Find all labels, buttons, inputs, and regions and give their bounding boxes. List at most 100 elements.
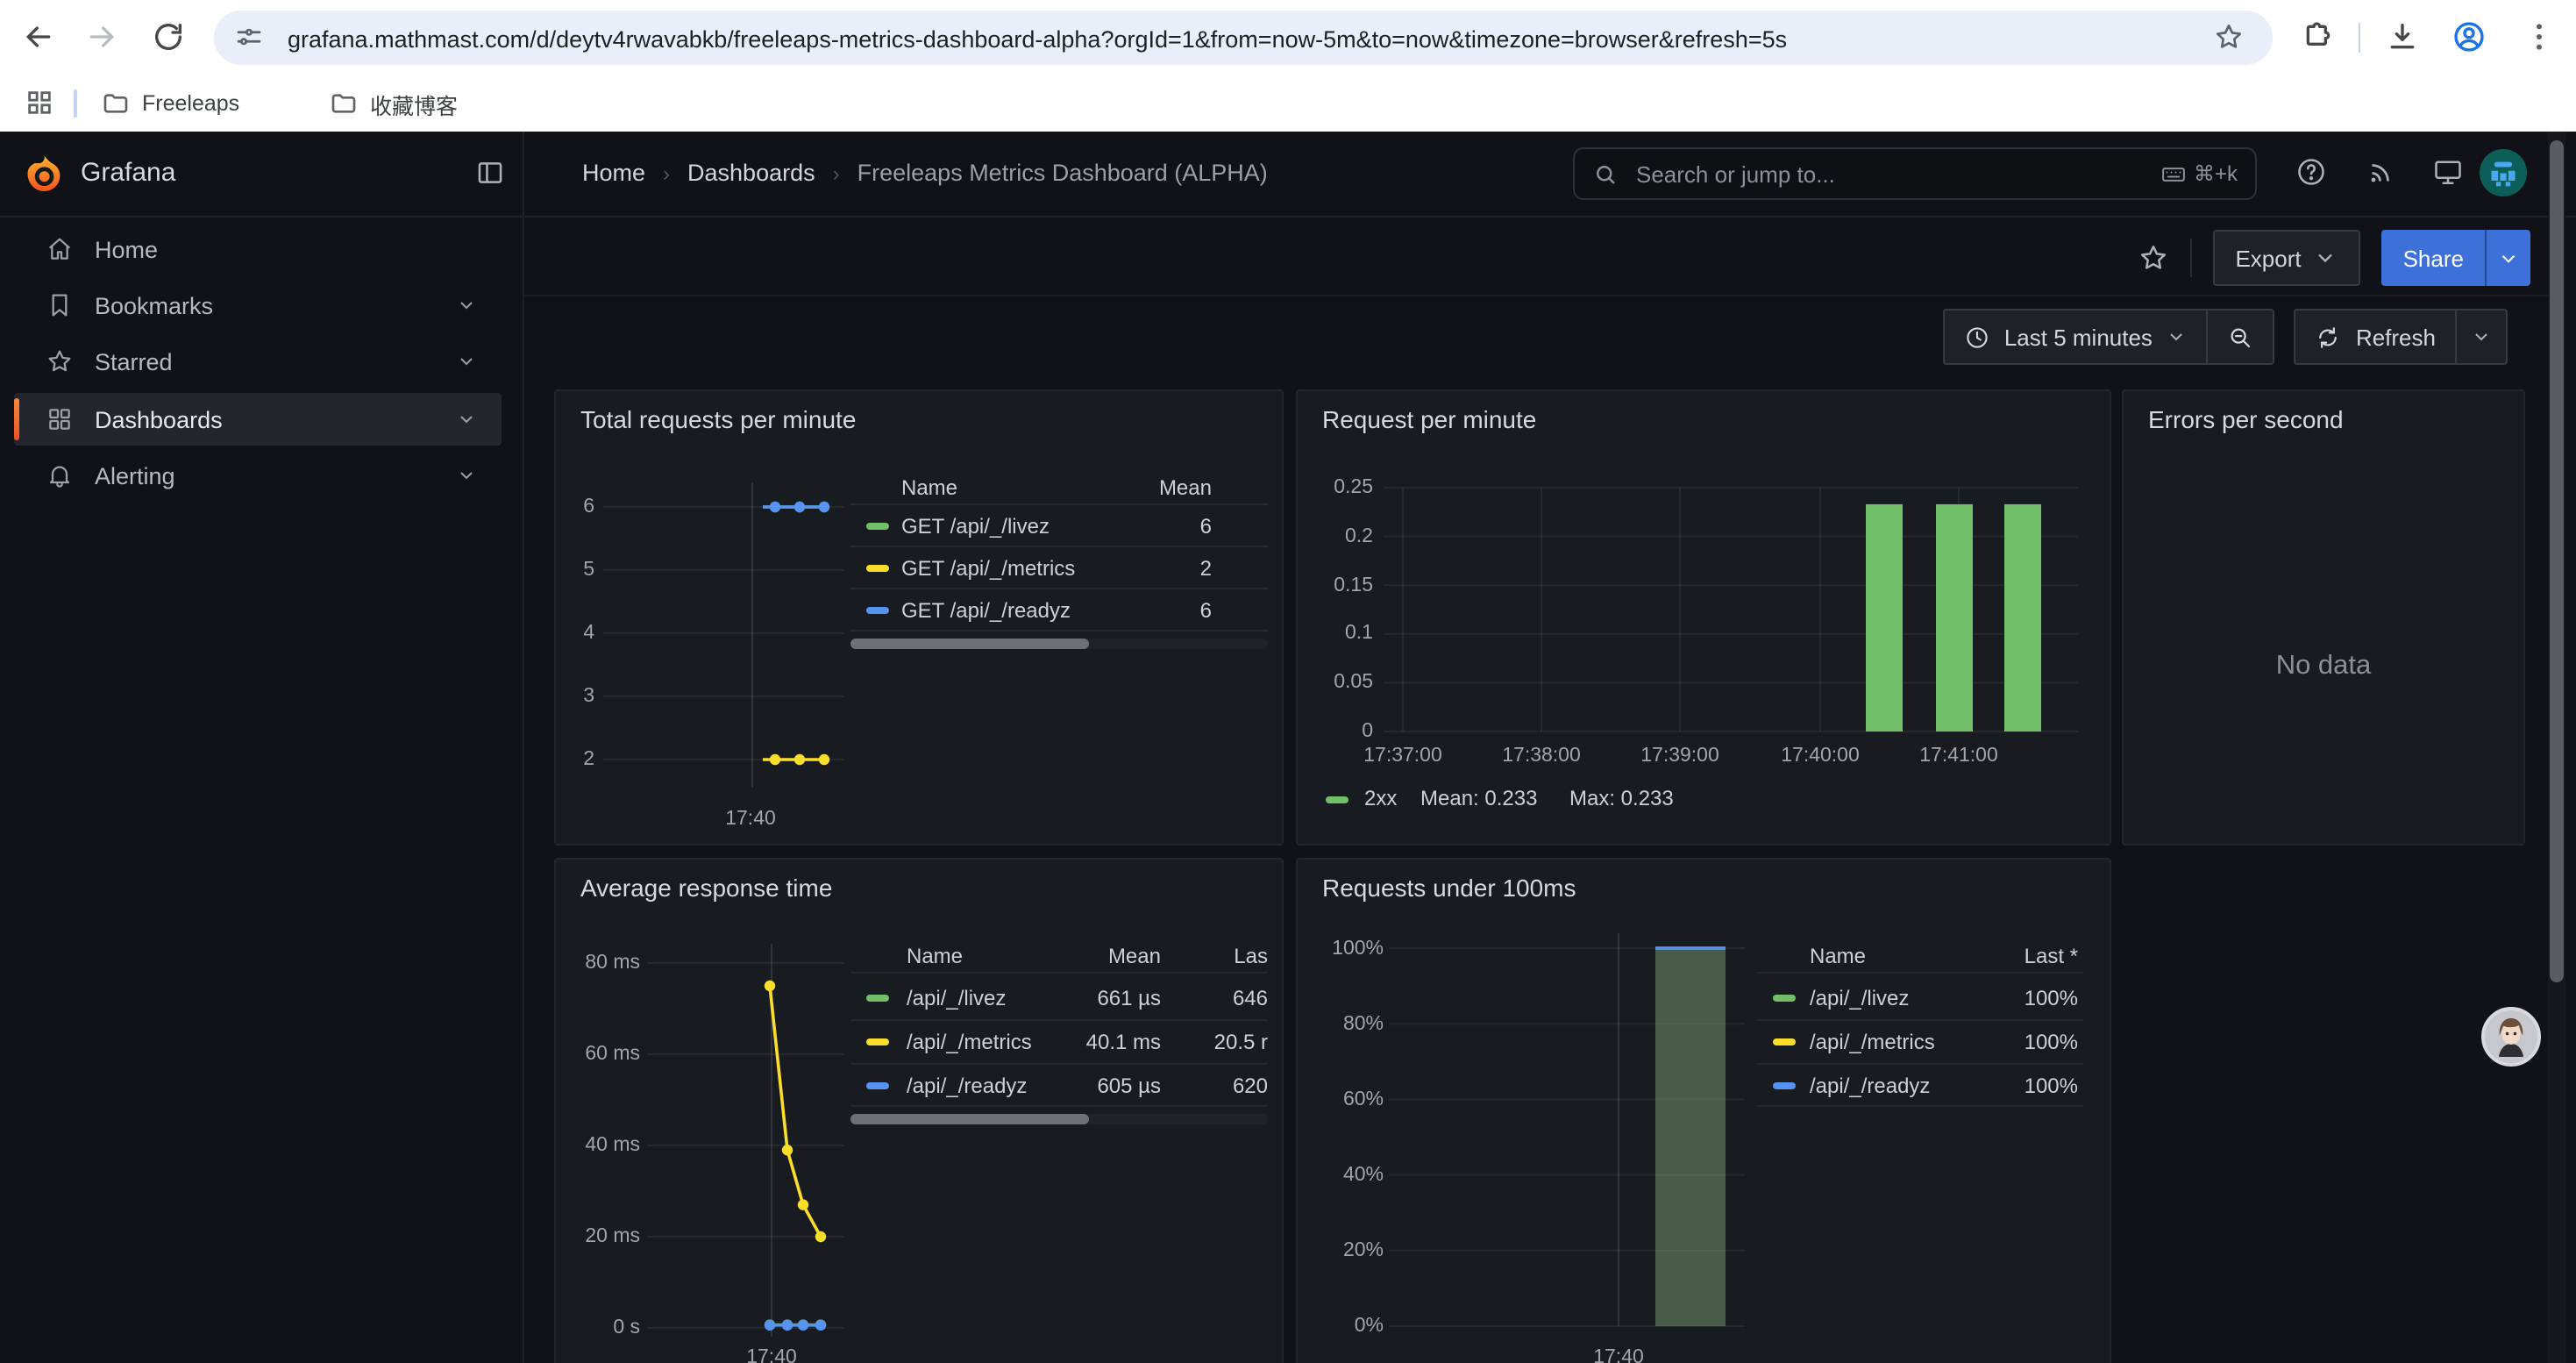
scrollbar-thumb[interactable] xyxy=(850,639,1089,649)
extensions-icon[interactable] xyxy=(2301,19,2336,54)
panel-request-per-minute[interactable]: Request per minute 0.25 0.2 0.15 0.1 0.0… xyxy=(1296,389,2111,846)
legend-header-name[interactable]: Name xyxy=(1810,944,1866,968)
refresh-button[interactable]: Refresh xyxy=(2296,310,2455,363)
legend-row-mean: 661 µs xyxy=(1021,986,1161,1010)
x-tick: 17:38:00 xyxy=(1502,746,1581,767)
chevron-down-icon xyxy=(2471,326,2492,347)
url-input[interactable] xyxy=(284,11,2202,68)
sidebar-item-label: Home xyxy=(95,236,158,262)
share-menu-button[interactable] xyxy=(2485,230,2530,286)
share-button[interactable]: Share xyxy=(2382,230,2485,286)
legend-header-mean[interactable]: Mean xyxy=(1021,944,1161,968)
legend-row-name[interactable]: GET /api/_/readyz xyxy=(901,598,1071,623)
browser-menu-icon[interactable] xyxy=(2522,19,2557,54)
legend-scrollbar[interactable] xyxy=(850,639,1268,649)
news-rss-icon[interactable] xyxy=(2366,156,2397,188)
grafana-logo-icon[interactable] xyxy=(23,153,65,195)
grafana-app: Grafana Home › Dashboards › Freeleaps Me… xyxy=(0,132,2576,1363)
search-input[interactable] xyxy=(1633,159,2146,189)
sidebar-toggle-icon[interactable] xyxy=(475,158,505,188)
y-tick: 20% xyxy=(1298,1240,1384,1261)
time-picker-group: Last 5 minutes xyxy=(1943,309,2275,365)
legend-header-last[interactable]: Last * xyxy=(1911,944,2078,968)
legend-row-name[interactable]: /api/_/livez xyxy=(907,986,1006,1010)
zoom-out-button[interactable] xyxy=(2209,310,2274,363)
panel-requests-under-100ms[interactable]: Requests under 100ms 100% 80% 60% 40% 20… xyxy=(1296,858,2111,1363)
breadcrumb-dashboards[interactable]: Dashboards xyxy=(687,160,815,186)
refresh-interval-button[interactable] xyxy=(2457,310,2506,363)
actions-divider xyxy=(2189,239,2191,277)
bookmark-icon xyxy=(46,291,74,319)
legend-row-last: 620 xyxy=(1163,1074,1268,1098)
legend-divider xyxy=(1757,1063,2083,1065)
bookmark-folder-freeleaps[interactable]: Freeleaps xyxy=(102,88,239,119)
forward-icon[interactable] xyxy=(84,19,119,54)
legend-divider xyxy=(850,630,1268,632)
bell-icon xyxy=(46,461,74,489)
breadcrumb-home[interactable]: Home xyxy=(582,160,645,186)
grafana-header: Grafana Home › Dashboards › Freeleaps Me… xyxy=(0,132,2576,218)
share-label: Share xyxy=(2403,245,2464,271)
panel-avg-response-time[interactable]: Average response time 80 ms 60 ms 40 ms … xyxy=(554,858,1284,1363)
legend-row-name[interactable]: GET /api/_/livez xyxy=(901,514,1050,539)
panel-title[interactable]: Errors per second xyxy=(2148,405,2344,433)
site-settings-icon[interactable] xyxy=(233,21,265,53)
user-avatar[interactable] xyxy=(2480,149,2527,196)
chevron-down-icon xyxy=(2314,246,2338,270)
bookmarks-bar: Freeleaps 收藏博客 xyxy=(0,75,2576,133)
scrollbar-thumb[interactable] xyxy=(2550,140,2564,982)
legend-header-name[interactable]: Name xyxy=(901,475,957,500)
legend-row-name[interactable]: /api/_/metrics xyxy=(907,1030,1032,1054)
panel-total-requests[interactable]: Total requests per minute 6 5 4 3 2 17:4… xyxy=(554,389,1284,846)
export-button[interactable]: Export xyxy=(2212,230,2360,286)
series-swatch xyxy=(866,565,889,572)
time-range-button[interactable]: Last 5 minutes xyxy=(1945,310,2207,363)
legend-header-name[interactable]: Name xyxy=(907,944,963,968)
legend-divider xyxy=(850,1063,1268,1065)
search-box[interactable]: ⌘+k xyxy=(1573,147,2257,200)
y-tick: 0.05 xyxy=(1298,672,1373,693)
bookmark-label: Freeleaps xyxy=(142,91,239,116)
sidebar-item-dashboards[interactable]: Dashboards xyxy=(14,393,502,446)
legend-row-name[interactable]: GET /api/_/metrics xyxy=(901,556,1075,581)
legend-divider xyxy=(850,588,1268,589)
help-icon[interactable] xyxy=(2295,156,2327,188)
page-scrollbar[interactable] xyxy=(2548,132,2565,1363)
url-bar[interactable] xyxy=(214,11,2273,65)
refresh-label: Refresh xyxy=(2356,324,2436,350)
sidebar-item-bookmarks[interactable]: Bookmarks xyxy=(14,279,502,332)
sidebar-item-home[interactable]: Home xyxy=(14,223,502,275)
legend-divider xyxy=(850,972,1268,974)
legend-scrollbar[interactable] xyxy=(850,1114,1268,1124)
sidebar-item-label: Starred xyxy=(95,348,173,375)
profile-icon[interactable] xyxy=(2451,19,2487,54)
chevron-down-icon[interactable] xyxy=(456,465,477,486)
sidebar-item-starred[interactable]: Starred xyxy=(14,335,502,388)
grafana-brand[interactable]: Grafana xyxy=(81,158,175,188)
x-tick: 17:40 xyxy=(1593,1347,1644,1363)
legend-series-label[interactable]: 2xx xyxy=(1364,786,1397,810)
favorite-star-icon[interactable] xyxy=(2137,242,2168,274)
legend-header-last[interactable]: Las xyxy=(1163,944,1268,968)
scrollbar-thumb[interactable] xyxy=(850,1114,1089,1124)
apps-grid-icon[interactable] xyxy=(25,88,54,118)
sidebar-item-alerting[interactable]: Alerting xyxy=(14,449,502,502)
bookmark-folder-blogs[interactable]: 收藏博客 xyxy=(330,88,458,119)
y-tick: 5 xyxy=(556,560,594,581)
monitor-kiosk-icon[interactable] xyxy=(2432,156,2464,188)
legend-max: Max: 0.233 xyxy=(1569,786,1674,810)
reload-icon[interactable] xyxy=(151,19,186,54)
assistant-avatar[interactable] xyxy=(2481,1007,2541,1067)
legend-header-mean[interactable]: Mean xyxy=(1082,475,1212,500)
chevron-down-icon[interactable] xyxy=(456,351,477,372)
chevron-down-icon[interactable] xyxy=(456,409,477,430)
search-icon xyxy=(1592,161,1619,187)
chevron-down-icon[interactable] xyxy=(456,295,477,316)
bookmark-star-icon[interactable] xyxy=(2213,21,2245,53)
y-tick: 40% xyxy=(1298,1165,1384,1186)
panel-errors-per-second[interactable]: Errors per second No data xyxy=(2122,389,2525,846)
legend-row-name[interactable]: /api/_/livez xyxy=(1810,986,1909,1010)
downloads-icon[interactable] xyxy=(2385,19,2420,54)
legend-row-name[interactable]: /api/_/readyz xyxy=(907,1074,1027,1098)
back-icon[interactable] xyxy=(21,19,56,54)
